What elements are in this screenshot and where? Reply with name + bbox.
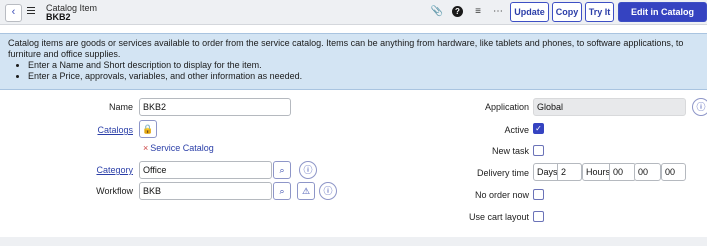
info-message: Catalog items are goods or services avai… — [0, 33, 707, 90]
info-bullet: Enter a Name and Short description to di… — [28, 60, 699, 71]
category-label[interactable]: Category — [96, 165, 133, 175]
edit-in-catalog-builder-button[interactable]: Edit in Catalog Builder — [618, 2, 707, 35]
hours-input[interactable]: 00 — [609, 163, 636, 181]
update-button[interactable]: Update — [510, 2, 549, 22]
no-order-now-label: No order now — [474, 190, 529, 200]
use-cart-layout-checkbox[interactable] — [533, 211, 544, 222]
catalog-selected-link[interactable]: × Service Catalog — [143, 143, 214, 153]
back-button[interactable]: ‹ — [5, 4, 22, 22]
search-icon[interactable]: ⌕ — [273, 182, 291, 200]
help-icon[interactable]: ? — [452, 6, 463, 17]
name-input[interactable]: BKB2 — [139, 98, 291, 116]
info-icon[interactable]: ⓘ — [692, 98, 707, 116]
application-field: Global — [533, 98, 686, 116]
settings-sliders-icon[interactable]: ≡ — [471, 5, 485, 19]
days-input[interactable]: 2 — [557, 163, 582, 181]
no-order-now-checkbox[interactable] — [533, 189, 544, 200]
active-label: Active — [504, 125, 529, 135]
header-bar: ‹ Catalog Item BKB2 📎 ? ≡ ⋯ Update Copy … — [0, 0, 707, 35]
new-task-checkbox[interactable] — [533, 145, 544, 156]
remove-icon[interactable]: × — [143, 143, 148, 153]
hours-label: Hours — [586, 167, 611, 177]
info-text: Catalog items are goods or services avai… — [8, 38, 684, 59]
minutes-input[interactable]: 00 — [634, 163, 661, 181]
catalogs-label[interactable]: Catalogs — [97, 125, 133, 135]
info-bullet: Enter a Price, approvals, variables, and… — [28, 71, 699, 82]
info-bullets: Enter a Name and Short description to di… — [28, 60, 699, 82]
copy-button[interactable]: Copy — [552, 2, 582, 22]
info-icon[interactable]: ⓘ — [299, 161, 317, 179]
warning-icon[interactable]: ⚠ — [297, 182, 315, 200]
application-label: Application — [484, 102, 529, 112]
seconds-input[interactable]: 00 — [661, 163, 686, 181]
workflow-label: Workflow — [96, 186, 133, 196]
record-name: BKB2 — [46, 12, 71, 22]
workflow-input[interactable]: BKB — [139, 182, 272, 200]
attachment-icon[interactable]: 📎 — [430, 5, 444, 19]
try-it-button[interactable]: Try It — [585, 2, 614, 22]
hamburger-menu-icon[interactable] — [27, 7, 35, 15]
name-label: Name — [108, 102, 133, 112]
new-task-label: New task — [491, 146, 529, 156]
days-label: Days — [537, 167, 558, 177]
category-input[interactable]: Office — [139, 161, 272, 179]
more-options-icon[interactable]: ⋯ — [491, 5, 505, 19]
info-icon[interactable]: ⓘ — [319, 182, 337, 200]
active-checkbox[interactable]: ✓ — [533, 123, 544, 134]
lock-icon[interactable]: 🔒 — [139, 120, 157, 138]
search-icon[interactable]: ⌕ — [273, 161, 291, 179]
use-cart-layout-label: Use cart layout — [468, 212, 529, 222]
catalog-selected[interactable]: Service Catalog — [150, 143, 214, 153]
delivery-time-label: Delivery time — [476, 168, 529, 178]
bottom-bar — [0, 237, 707, 246]
